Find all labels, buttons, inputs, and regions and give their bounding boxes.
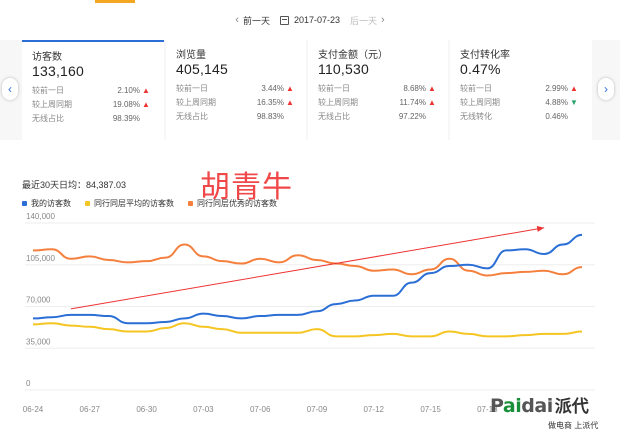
metric-row: 较上周同期 16.35% ▲ [176,95,298,109]
chevron-left-icon: ‹ [8,82,12,96]
metric-row: 较前一日 3.44% ▲ [176,81,298,95]
metric-row: 无线占比 98.39% [32,111,156,125]
metric-row-value: 4.88% [545,97,568,107]
trend-arrow-line [70,227,545,310]
metric-card-pageviews[interactable]: 浏览量 405,145 较前一日 3.44% ▲ 较上周同期 16.35% ▲ 无线占比… [166,40,306,140]
x-tick-label: 07-06 [250,405,271,414]
metric-row: 较上周同期 4.88% ▼ [460,95,584,109]
brand-word-ai: ai [502,395,522,417]
metric-row-value: 97.22% [398,111,426,121]
metrics-panel: ‹ 访客数 133,160 较前一日 2.10% ▲ 较上周同期 19.08% ▲ 无线… [0,40,620,140]
x-tick-label: 07-03 [193,405,214,414]
metric-row: 较上周同期 19.08% ▲ [32,97,156,111]
metric-card-payment-amount[interactable]: 支付金额（元） 110,530 较前一日 8.68% ▲ 较上周同期 11.74% ▲ … [308,40,448,140]
current-date: 2017-07-23 [293,15,341,25]
brand-wordmark: Paidai [490,395,553,417]
metric-row-label: 较前一日 [176,83,208,93]
metric-row-label: 无线占比 [318,111,350,121]
metric-row: 较前一日 8.68% ▲ [318,81,440,95]
metrics-scroll-left-button[interactable]: ‹ [2,78,18,100]
x-tick-label: 07-15 [420,405,441,414]
arrow-up-icon: ▲ [570,83,578,93]
metric-row-value: 16.35% [256,97,284,107]
metric-row-value: 8.68% [403,83,426,93]
next-day-button[interactable]: 后一天 › [350,14,385,27]
arrow-up-icon: ▲ [428,83,436,93]
series-line-2 [32,243,583,277]
arrow-down-icon: ▼ [570,97,578,107]
metric-row-value: 11.74% [399,97,426,107]
arrow-up-icon: ▲ [142,99,150,109]
prev-day-button[interactable]: ‹ 前一天 [235,14,270,27]
metric-row-label: 无线转化 [460,111,492,121]
metric-row: 较上周同期 11.74% ▲ [318,95,440,109]
x-tick-label: 06-30 [136,405,157,414]
metric-row-value: 98.83% [256,111,284,121]
metric-row: 无线占比 97.22% [318,109,440,123]
date-picker[interactable]: 2017-07-23 [279,15,341,25]
x-tick-label: 07-12 [364,405,385,414]
y-tick-label: 35,000 [26,337,51,346]
arrow-up-icon: ▲ [142,85,150,95]
arrow-up-icon: ▲ [286,83,294,93]
metric-row-label: 较上周同期 [32,99,72,109]
x-tick-label: 07-09 [307,405,328,414]
metric-title: 访客数 [32,52,62,63]
chevron-right-icon: › [604,82,608,96]
arrow-up-icon: ▲ [428,97,436,107]
date-navigator: ‹ 前一天 2017-07-23 后一天 › [0,8,620,32]
metric-row-value: 19.08% [112,99,140,109]
metric-row-label: 较前一日 [32,85,64,95]
brand-cn: 派代 [554,397,589,416]
metric-row-label: 较上周同期 [460,97,500,107]
metric-row-label: 无线占比 [32,113,64,123]
brand-word-pre: P [490,395,503,417]
y-tick-label: 70,000 [26,296,51,305]
metric-row: 无线占比 98.83% [176,109,298,123]
metric-row: 无线转化 0.46% [460,109,584,123]
x-tick-label: 06-24 [23,405,44,414]
top-tab-indicator [95,0,135,3]
metric-card-visitors[interactable]: 访客数 133,160 较前一日 2.10% ▲ 较上周同期 19.08% ▲ 无线占比… [22,40,164,140]
next-day-label: 后一天 [350,15,378,26]
brand-slogan: 做电商 上派代 [548,421,599,430]
metric-title: 浏览量 [176,50,206,61]
metric-value: 405,145 [176,61,229,77]
metrics-scroll-right-button[interactable]: › [598,78,614,100]
brand-word-post: dai [521,395,553,417]
trend-arrow-head [536,225,545,232]
calendar-icon [279,15,289,25]
metric-row-value: 2.99% [545,83,568,93]
chevron-left-icon: ‹ [235,14,239,26]
metric-card-conversion-rate[interactable]: 支付转化率 0.47% 较前一日 2.99% ▲ 较上周同期 4.88% ▼ 无线转化 0… [450,40,592,140]
metric-row-value: 0.46% [545,111,568,121]
metric-title: 支付转化率 [460,50,510,61]
metric-row: 较前一日 2.10% ▲ [32,83,156,97]
arrow-up-icon: ▲ [286,97,294,107]
metric-row-value: 3.44% [261,83,284,93]
x-tick-label: 06-27 [80,405,101,414]
metric-value: 133,160 [32,63,85,79]
metric-row-label: 较上周同期 [318,97,358,107]
y-tick-label: 105,000 [26,254,55,263]
metric-row-label: 较前一日 [460,83,492,93]
metric-title: 支付金额（元） [318,50,388,61]
series-line-1 [32,322,583,338]
metric-row-label: 较上周同期 [176,97,216,107]
metric-value: 0.47% [460,61,501,77]
metric-row-value: 2.10% [117,85,140,95]
prev-day-label: 前一天 [242,15,270,26]
y-tick-label: 0 [26,379,31,388]
metric-row: 较前一日 2.99% ▲ [460,81,584,95]
y-tick-label: 140,000 [26,212,55,221]
paidai-logo: Paidai 派代 做电商 上派代 [490,392,620,436]
metric-row-label: 较前一日 [318,83,350,93]
chevron-right-icon: › [381,14,385,26]
date-nav-bar: ‹ 前一天 2017-07-23 后一天 › [0,0,620,40]
series-line-0 [32,233,583,325]
metric-value: 110,530 [318,61,369,77]
metric-row-label: 无线占比 [176,111,208,121]
metric-row-value: 98.39% [112,113,140,123]
